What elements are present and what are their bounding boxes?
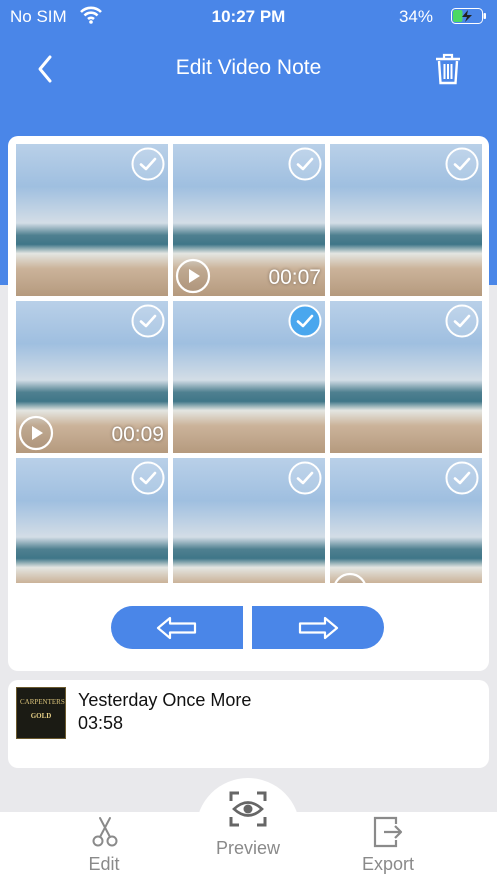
checkmark-icon[interactable] [131,461,165,495]
page-title: Edit Video Note [175,56,322,79]
song-duration: 03:58 [78,713,124,733]
media-grid: 00:07 00:09 [16,144,482,583]
video-duration: 00:09 [111,423,164,446]
checkmark-icon[interactable] [131,304,165,338]
photo-thumbnail[interactable] [330,301,482,453]
eye-scan-icon [229,791,267,827]
tab-edit-label: Edit [88,854,120,874]
checkmark-icon[interactable] [288,461,322,495]
tab-export[interactable]: Export [348,814,428,875]
checkmark-icon[interactable] [445,461,479,495]
play-icon[interactable] [175,258,211,294]
video-thumbnail[interactable]: 00:09 [16,301,168,453]
photo-thumbnail[interactable] [16,144,168,296]
song-title: Yesterday Once More [78,690,252,710]
checkmark-selected-icon[interactable] [288,304,322,338]
battery-percent: 34% [398,7,433,26]
battery-charging-icon [451,8,486,24]
export-icon [373,816,403,848]
navigation-bar: Edit Video Note [0,40,497,94]
scissors-icon [92,817,118,847]
tab-edit[interactable]: Edit [69,814,139,875]
checkmark-icon[interactable] [445,147,479,181]
music-track[interactable]: CARPENTERS GOLD Yesterday Once More 03:5… [8,680,489,768]
checkmark-icon[interactable] [288,147,322,181]
arrow-left-icon [156,616,197,640]
photo-thumbnail[interactable] [173,458,325,583]
checkmark-icon[interactable] [445,304,479,338]
arrow-right-icon [298,616,339,640]
checkmark-icon[interactable] [131,147,165,181]
page-arrows [111,606,384,649]
play-icon[interactable] [332,572,368,583]
photo-thumbnail[interactable] [16,458,168,583]
tab-preview[interactable]: Preview [196,784,300,859]
video-duration: 00:07 [268,266,321,289]
trash-icon[interactable] [433,52,463,86]
media-card: 00:07 00:09 [8,136,489,671]
album-art-title: GOLD [30,712,52,720]
tab-preview-label: Preview [215,838,281,858]
video-thumbnail[interactable] [330,458,482,583]
tab-export-label: Export [361,854,415,874]
video-thumbnail[interactable]: 00:07 [173,144,325,296]
next-button[interactable] [252,606,384,649]
photo-thumbnail[interactable] [173,301,325,453]
previous-button[interactable] [111,606,243,649]
play-icon[interactable] [18,415,54,451]
status-bar: No SIM 10:27 PM 34% [0,0,497,34]
photo-thumbnail[interactable] [330,144,482,296]
album-art: CARPENTERS GOLD [16,687,66,739]
album-art-artist: CARPENTERS [20,698,65,706]
